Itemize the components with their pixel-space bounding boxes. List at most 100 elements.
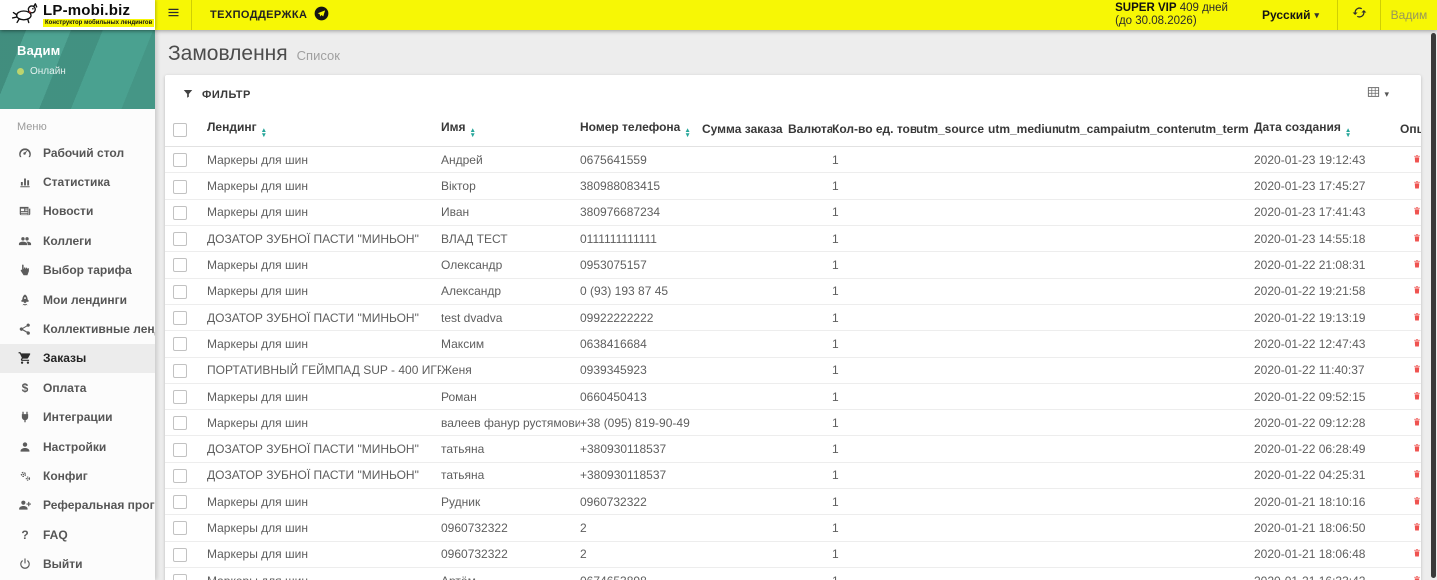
row-checkbox[interactable]: [173, 337, 187, 352]
sidebar-user-status: Онлайн: [30, 66, 66, 77]
sidebar-item-label: Выбор тарифа: [43, 263, 132, 278]
cell-order-sum: [702, 488, 788, 516]
delete-button[interactable]: УДАЛИТЬ: [1412, 443, 1421, 456]
sidebar-item-my-landings[interactable]: Мои лендинги: [0, 285, 155, 314]
sidebar-item-collective-landings[interactable]: Коллективные лендинги: [0, 314, 155, 343]
delete-button[interactable]: УДАЛИТЬ: [1412, 259, 1421, 272]
column-header: utm_medium: [988, 115, 1058, 148]
support-label: ТЕХПОДДЕРЖКА: [210, 9, 308, 21]
sort-icon[interactable]: ▲ ▼: [684, 128, 690, 139]
cell-quantity: 1: [832, 514, 916, 542]
delete-button[interactable]: УДАЛИТЬ: [1412, 206, 1421, 219]
column-header[interactable]: Лендинг ▲ ▼: [207, 115, 441, 148]
sidebar-item-logout[interactable]: Выйти: [0, 549, 155, 578]
row-checkbox[interactable]: [173, 389, 187, 404]
sidebar-item-dashboard[interactable]: Рабочий стол: [0, 138, 155, 167]
power-icon: [17, 557, 33, 571]
column-header[interactable]: Дата создания ▲ ▼: [1254, 115, 1400, 148]
row-checkbox[interactable]: [173, 363, 187, 378]
sidebar-item-config[interactable]: Конфиг: [0, 461, 155, 490]
column-header[interactable]: Имя ▲ ▼: [441, 115, 580, 148]
cell-utm-source: [916, 330, 988, 358]
delete-button[interactable]: УДАЛИТЬ: [1412, 575, 1421, 580]
delete-button[interactable]: УДАЛИТЬ: [1412, 233, 1421, 246]
cell-utm-campaign: [1058, 514, 1128, 542]
delete-button[interactable]: УДАЛИТЬ: [1412, 391, 1421, 404]
cell-utm-content: [1128, 199, 1194, 227]
cell-order-sum: [702, 199, 788, 227]
row-checkbox[interactable]: [173, 416, 187, 431]
delete-button[interactable]: УДАЛИТЬ: [1412, 496, 1421, 509]
cell-utm-term: [1194, 251, 1254, 279]
row-checkbox[interactable]: [173, 258, 187, 273]
cell-currency: [788, 462, 832, 490]
filter-button[interactable]: ФИЛЬТР: [182, 88, 251, 103]
cell-utm-medium: [988, 383, 1058, 411]
row-checkbox[interactable]: [173, 574, 187, 580]
dollar-icon: $: [21, 380, 29, 395]
delete-button[interactable]: УДАЛИТЬ: [1412, 364, 1421, 377]
cell-utm-term: [1194, 541, 1254, 568]
column-header: Сумма заказа: [702, 115, 788, 148]
row-checkbox[interactable]: [173, 153, 187, 168]
refresh-button[interactable]: [1338, 0, 1380, 30]
row-checkbox[interactable]: [173, 205, 187, 220]
sidebar-item-settings[interactable]: Настройки: [0, 432, 155, 461]
vertical-scrollbar[interactable]: [1431, 33, 1436, 578]
sort-icon[interactable]: ▲ ▼: [470, 128, 476, 139]
user-plus-icon: [17, 498, 33, 512]
cell-options: УДАЛИТЬ: [1400, 435, 1421, 463]
cell-utm-campaign: [1058, 357, 1128, 384]
delete-button[interactable]: УДАЛИТЬ: [1412, 548, 1421, 561]
cell-utm-content: [1128, 357, 1194, 384]
cell-utm-source: [916, 435, 988, 463]
delete-button[interactable]: УДАЛИТЬ: [1412, 417, 1421, 430]
row-checkbox[interactable]: [173, 495, 187, 510]
sidebar-item-label: Интеграции: [43, 410, 113, 425]
sidebar-item-payment[interactable]: $ Оплата: [0, 373, 155, 402]
cell-utm-source: [916, 488, 988, 516]
table-grid-icon: [1366, 85, 1381, 104]
cell-landing: Маркеры для шин: [207, 199, 441, 227]
table-header-row: Лендинг ▲ ▼ Имя ▲ ▼ Номер телефона ▲ ▼ Сумма зака…: [165, 115, 1421, 148]
sidebar-item-tariff[interactable]: Выбор тарифа: [0, 256, 155, 285]
sidebar-item-statistics[interactable]: Статистика: [0, 167, 155, 196]
column-picker-button[interactable]: ▾: [1366, 85, 1389, 104]
topbar-username[interactable]: Вадим: [1381, 0, 1437, 30]
row-checkbox[interactable]: [173, 547, 187, 562]
language-selector[interactable]: Русский ▾: [1244, 0, 1337, 30]
row-checkbox[interactable]: [173, 179, 187, 194]
row-checkbox[interactable]: [173, 442, 187, 457]
delete-button[interactable]: УДАЛИТЬ: [1412, 469, 1421, 482]
cell-utm-term: [1194, 567, 1254, 580]
row-checkbox[interactable]: [173, 468, 187, 483]
delete-button[interactable]: УДАЛИТЬ: [1412, 312, 1421, 325]
cell-options: УДАЛИТЬ: [1400, 383, 1421, 411]
support-button[interactable]: ТЕХПОДДЕРЖКА: [192, 0, 347, 30]
column-header[interactable]: Номер телефона ▲ ▼: [580, 115, 702, 148]
row-checkbox[interactable]: [173, 521, 187, 536]
delete-button[interactable]: УДАЛИТЬ: [1412, 180, 1421, 193]
delete-button[interactable]: УДАЛИТЬ: [1412, 338, 1421, 351]
hamburger-menu-button[interactable]: [155, 0, 191, 30]
sort-icon[interactable]: ▲ ▼: [261, 128, 267, 139]
cell-landing: Маркеры для шин: [207, 330, 441, 358]
sort-icon[interactable]: ▲ ▼: [1345, 128, 1351, 139]
sidebar-item-faq[interactable]: ? FAQ: [0, 520, 155, 549]
row-checkbox[interactable]: [173, 232, 187, 247]
sidebar-item-orders[interactable]: Заказы: [0, 343, 155, 374]
delete-button[interactable]: УДАЛИТЬ: [1412, 522, 1421, 535]
select-all-checkbox[interactable]: [173, 122, 187, 137]
row-checkbox[interactable]: [173, 284, 187, 299]
cell-created: 2020-01-21 18:06:50: [1254, 514, 1400, 542]
sidebar-item-referral[interactable]: Реферальная программа: [0, 491, 155, 520]
sidebar-item-news[interactable]: Новости: [0, 197, 155, 226]
brand-logo[interactable]: LP-mobi.biz Конструктор мобильных лендин…: [0, 0, 155, 30]
delete-button[interactable]: УДАЛИТЬ: [1412, 154, 1421, 167]
column-header-label: utm_source: [916, 122, 985, 137]
row-checkbox[interactable]: [173, 311, 187, 326]
sidebar-item-integrations[interactable]: Интеграции: [0, 403, 155, 432]
sidebar-item-colleagues[interactable]: Коллеги: [0, 226, 155, 255]
delete-button[interactable]: УДАЛИТЬ: [1412, 285, 1421, 298]
